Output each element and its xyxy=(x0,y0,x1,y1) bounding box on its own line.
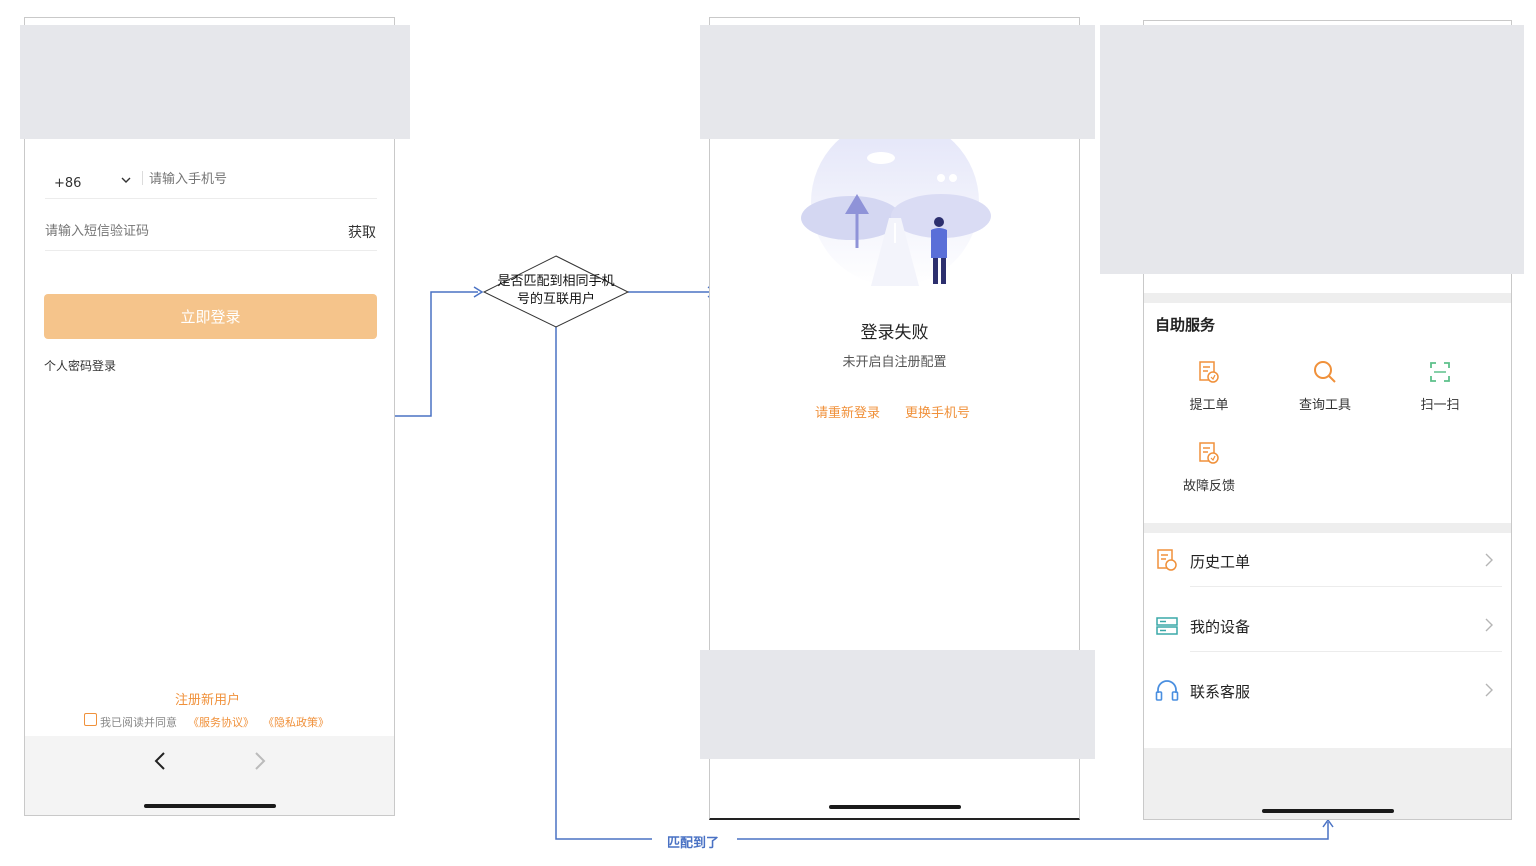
device-icon xyxy=(1156,617,1178,635)
ticket-icon[interactable] xyxy=(1198,442,1220,466)
menu-item-contact-support[interactable]: 联系客服 xyxy=(1190,681,1250,702)
divider xyxy=(1190,586,1502,587)
scan-icon[interactable] xyxy=(1430,362,1450,382)
decision-label-line2: 号的互联用户 xyxy=(516,292,595,307)
home-indicator xyxy=(1262,809,1394,813)
matched-label: 匹配到了 xyxy=(667,836,720,851)
connector-decision-to-home xyxy=(737,822,1329,840)
connector-login-to-decision xyxy=(395,291,478,417)
retry-login-link[interactable]: 请重新登录 xyxy=(815,402,880,421)
home-indicator xyxy=(829,805,961,809)
redacted-footer xyxy=(700,650,1095,759)
section-separator xyxy=(1144,523,1511,533)
chevron-right-icon[interactable] xyxy=(1484,552,1494,568)
connector-decision-to-home xyxy=(555,327,652,840)
failure-title: 登录失败 xyxy=(860,323,929,343)
chevron-right-icon[interactable] xyxy=(1484,682,1494,698)
grid-item-label[interactable]: 查询工具 xyxy=(1285,394,1365,413)
change-phone-link[interactable]: 更换手机号 xyxy=(905,402,970,421)
headset-icon xyxy=(1155,680,1179,701)
redacted-header xyxy=(700,25,1095,139)
section-separator xyxy=(1144,293,1511,303)
decision-label-line1: 是否匹配到相同手机 xyxy=(497,274,615,289)
redacted-header xyxy=(1100,25,1524,274)
menu-item-my-devices[interactable]: 我的设备 xyxy=(1190,616,1250,637)
road-illustration xyxy=(801,118,991,286)
ticket-icon[interactable] xyxy=(1198,361,1220,385)
decision-label: 是否匹配到相同手机 号的互联用户 xyxy=(484,273,628,309)
divider xyxy=(1190,651,1502,652)
section-title: 自助服务 xyxy=(1155,316,1216,334)
menu-item-history-tickets[interactable]: 历史工单 xyxy=(1190,551,1250,572)
ticket-icon xyxy=(1157,549,1177,571)
grid-item-label[interactable]: 扫一扫 xyxy=(1400,394,1480,413)
grid-item-label[interactable]: 提工单 xyxy=(1169,394,1249,413)
failure-subtitle: 未开启自注册配置 xyxy=(842,355,947,370)
grid-item-label[interactable]: 故障反馈 xyxy=(1169,475,1249,494)
search-icon[interactable] xyxy=(1313,360,1337,384)
chevron-right-icon[interactable] xyxy=(1484,617,1494,633)
